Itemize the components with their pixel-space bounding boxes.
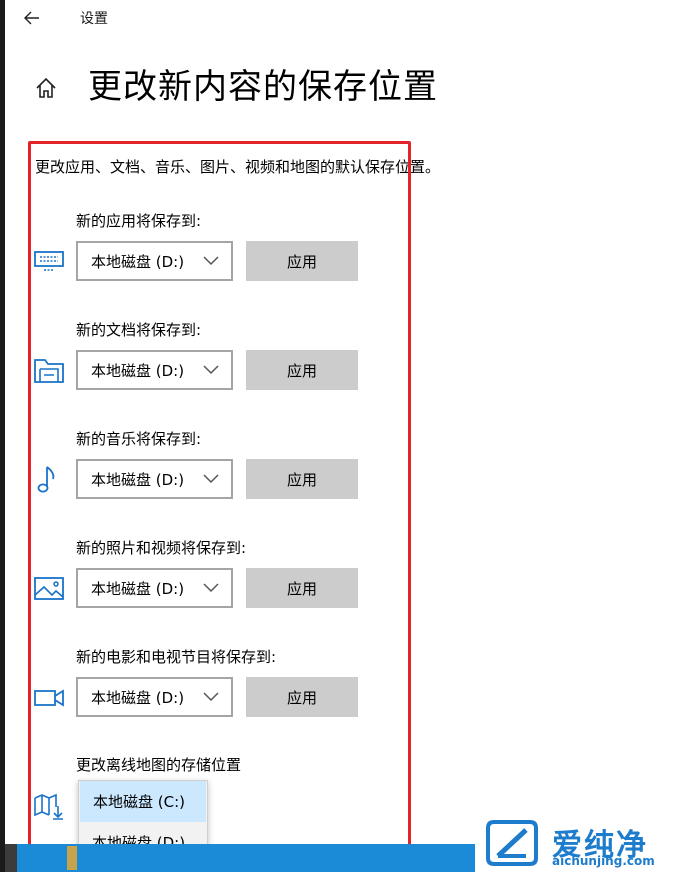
chevron-down-icon <box>203 692 219 702</box>
window-title: 设置 <box>80 11 108 27</box>
photos-apply-button[interactable]: 应用 <box>246 568 358 608</box>
drive-option-c[interactable]: 本地磁盘 (C:) <box>80 781 206 822</box>
video-camera-icon <box>34 689 64 707</box>
movies-drive-value: 本地磁盘 (D:) <box>91 688 185 707</box>
home-icon <box>36 77 56 98</box>
documents-drive-value: 本地磁盘 (D:) <box>91 361 185 380</box>
monitor-icon <box>34 251 64 271</box>
back-button[interactable] <box>22 9 42 27</box>
documents-label: 新的文档将保存到: <box>76 321 202 339</box>
watermark: 爱纯净 aichunjing.com <box>480 818 670 870</box>
documents-apply-button[interactable]: 应用 <box>246 350 358 390</box>
music-drive-select[interactable]: 本地磁盘 (D:) <box>76 459 233 499</box>
chevron-down-icon <box>203 365 219 375</box>
home-button[interactable] <box>34 76 58 100</box>
taskbar <box>5 844 475 872</box>
page-title: 更改新内容的保存位置 <box>88 67 438 107</box>
music-label: 新的音乐将保存到: <box>76 430 202 448</box>
window-edge <box>0 0 5 872</box>
back-arrow-icon <box>24 11 39 25</box>
map-download-icon <box>34 793 63 820</box>
movies-drive-select[interactable]: 本地磁盘 (D:) <box>76 677 233 717</box>
apps-apply-button[interactable]: 应用 <box>246 241 358 281</box>
taskbar-app-icon[interactable] <box>67 846 77 870</box>
photos-drive-value: 本地磁盘 (D:) <box>91 579 185 598</box>
apps-drive-select[interactable]: 本地磁盘 (D:) <box>76 241 233 281</box>
movies-label: 新的电影和电视节目将保存到: <box>76 648 277 666</box>
chevron-down-icon <box>203 256 219 266</box>
photos-label: 新的照片和视频将保存到: <box>76 539 247 557</box>
watermark-text-en: aichunjing.com <box>552 854 655 868</box>
chevron-down-icon <box>203 474 219 484</box>
title-bar: 设置 <box>22 8 108 28</box>
watermark-logo-icon <box>486 820 538 866</box>
photos-drive-select[interactable]: 本地磁盘 (D:) <box>76 568 233 608</box>
apps-drive-value: 本地磁盘 (D:) <box>91 252 185 271</box>
page-description: 更改应用、文档、音乐、图片、视频和地图的默认保存位置。 <box>35 158 441 176</box>
picture-icon <box>34 577 64 600</box>
movies-apply-button[interactable]: 应用 <box>246 677 358 717</box>
music-drive-value: 本地磁盘 (D:) <box>91 470 185 489</box>
music-note-icon <box>37 466 55 493</box>
music-apply-button[interactable]: 应用 <box>246 459 358 499</box>
settings-page: 设置 更改新内容的保存位置 更改应用、文档、音乐、图片、视频和地图的默认保存位置… <box>0 0 673 872</box>
documents-drive-select[interactable]: 本地磁盘 (D:) <box>76 350 233 390</box>
maps-label: 更改离线地图的存储位置 <box>76 756 242 774</box>
chevron-down-icon <box>203 583 219 593</box>
apps-label: 新的应用将保存到: <box>76 212 202 230</box>
document-folder-icon <box>34 359 64 383</box>
taskbar-segment <box>5 844 17 872</box>
